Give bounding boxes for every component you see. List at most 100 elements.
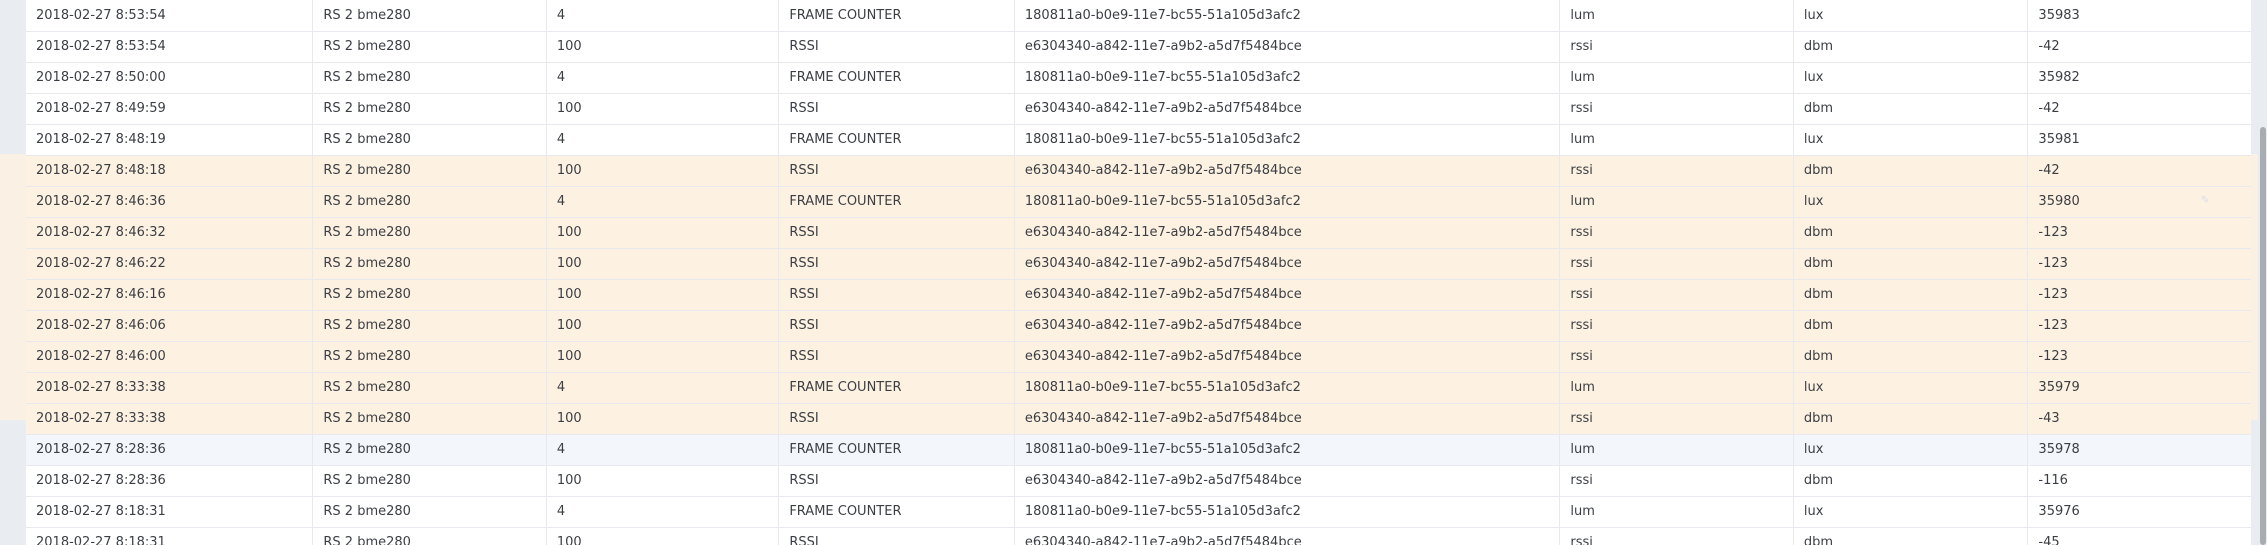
size-cell: 4 bbox=[546, 372, 780, 404]
uuid-cell: e6304340-a842-11e7-a9b2-a5d7f5484bce bbox=[1014, 403, 1561, 435]
field-cell: rssi bbox=[1559, 341, 1794, 373]
uuid-cell: e6304340-a842-11e7-a9b2-a5d7f5484bce bbox=[1014, 93, 1561, 125]
uuid-cell: 180811a0-b0e9-11e7-bc55-51a105d3afc2 bbox=[1014, 372, 1561, 404]
table-row[interactable]: 2018-02-27 8:53:54 RS 2 bme280 4 FRAME COUN… bbox=[26, 0, 2251, 32]
size-cell: 100 bbox=[546, 341, 780, 373]
timestamp-cell: 2018-02-27 8:33:38 bbox=[26, 403, 314, 435]
table-row[interactable]: 2018-02-27 8:18:31 RS 2 bme280 4 FRAME COUN… bbox=[26, 496, 2251, 528]
table-row[interactable]: 2018-02-27 8:33:38 RS 2 bme280 100 RSSI e630… bbox=[26, 403, 2251, 435]
unit-cell: dbm bbox=[1793, 465, 2029, 497]
device-cell: RS 2 bme280 bbox=[312, 31, 547, 63]
message-type-cell: FRAME COUNTER bbox=[778, 372, 1015, 404]
timestamp-cell: 2018-02-27 8:46:06 bbox=[26, 310, 314, 342]
unit-cell: lux bbox=[1793, 124, 2029, 156]
unit-cell: lux bbox=[1793, 496, 2029, 528]
table-row[interactable]: 2018-02-27 8:50:00 RS 2 bme280 4 FRAME COUN… bbox=[26, 62, 2251, 94]
unit-cell: lux bbox=[1793, 372, 2029, 404]
device-cell: RS 2 bme280 bbox=[312, 341, 547, 373]
unit-cell: dbm bbox=[1793, 279, 2029, 311]
uuid-cell: 180811a0-b0e9-11e7-bc55-51a105d3afc2 bbox=[1014, 496, 1561, 528]
uuid-cell: e6304340-a842-11e7-a9b2-a5d7f5484bce bbox=[1014, 217, 1561, 249]
message-type-cell: RSSI bbox=[778, 93, 1015, 125]
device-cell: RS 2 bme280 bbox=[312, 496, 547, 528]
timestamp-cell: 2018-02-27 8:18:31 bbox=[26, 496, 314, 528]
size-cell: 100 bbox=[546, 248, 780, 280]
message-type-cell: RSSI bbox=[778, 217, 1015, 249]
device-cell: RS 2 bme280 bbox=[312, 0, 547, 32]
table-row[interactable]: 2018-02-27 8:46:00 RS 2 bme280 100 RSSI e630… bbox=[26, 341, 2251, 373]
value-cell: -45 bbox=[2027, 527, 2251, 545]
message-type-cell: FRAME COUNTER bbox=[778, 124, 1015, 156]
value-cell: -42 bbox=[2027, 31, 2251, 63]
value-cell: 35982 bbox=[2027, 62, 2251, 94]
field-cell: rssi bbox=[1559, 155, 1794, 187]
table-row[interactable]: 2018-02-27 8:48:19 RS 2 bme280 4 FRAME COUN… bbox=[26, 124, 2251, 156]
field-cell: lum bbox=[1559, 0, 1794, 32]
unit-cell: dbm bbox=[1793, 310, 2029, 342]
unit-cell: dbm bbox=[1793, 403, 2029, 435]
size-cell: 4 bbox=[546, 434, 780, 466]
uuid-cell: 180811a0-b0e9-11e7-bc55-51a105d3afc2 bbox=[1014, 124, 1561, 156]
device-cell: RS 2 bme280 bbox=[312, 465, 547, 497]
size-cell: 100 bbox=[546, 217, 780, 249]
message-type-cell: RSSI bbox=[778, 527, 1015, 545]
timestamp-cell: 2018-02-27 8:46:32 bbox=[26, 217, 314, 249]
unit-cell: dbm bbox=[1793, 248, 2029, 280]
table-row[interactable]: 2018-02-27 8:46:22 RS 2 bme280 100 RSSI e630… bbox=[26, 248, 2251, 280]
table-row[interactable]: 2018-02-27 8:46:32 RS 2 bme280 100 RSSI e630… bbox=[26, 217, 2251, 249]
uuid-cell: 180811a0-b0e9-11e7-bc55-51a105d3afc2 bbox=[1014, 62, 1561, 94]
table-row[interactable]: 2018-02-27 8:18:31 RS 2 bme280 100 RSSI e630… bbox=[26, 527, 2251, 545]
table-row[interactable]: 2018-02-27 8:53:54 RS 2 bme280 100 RSSI e630… bbox=[26, 31, 2251, 63]
message-type-cell: RSSI bbox=[778, 310, 1015, 342]
field-cell: rssi bbox=[1559, 217, 1794, 249]
device-cell: RS 2 bme280 bbox=[312, 155, 547, 187]
table-row[interactable]: 2018-02-27 8:28:36 RS 2 bme280 4 FRAME COUN… bbox=[26, 434, 2251, 466]
uuid-cell: 180811a0-b0e9-11e7-bc55-51a105d3afc2 bbox=[1014, 434, 1561, 466]
uuid-cell: e6304340-a842-11e7-a9b2-a5d7f5484bce bbox=[1014, 527, 1561, 545]
uuid-cell: 180811a0-b0e9-11e7-bc55-51a105d3afc2 bbox=[1014, 0, 1561, 32]
timestamp-cell: 2018-02-27 8:46:16 bbox=[26, 279, 314, 311]
timestamp-cell: 2018-02-27 8:50:00 bbox=[26, 62, 314, 94]
field-cell: lum bbox=[1559, 124, 1794, 156]
data-table-container: 2018-02-27 8:53:54 RS 2 bme280 4 FRAME COUN… bbox=[26, 0, 2251, 545]
message-type-cell: RSSI bbox=[778, 465, 1015, 497]
value-cell: -123 bbox=[2027, 310, 2251, 342]
table-row[interactable]: 2018-02-27 8:48:18 RS 2 bme280 100 RSSI e630… bbox=[26, 155, 2251, 187]
table-row[interactable]: 2018-02-27 8:46:36 RS 2 bme280 4 FRAME COUN… bbox=[26, 186, 2251, 218]
value-cell: 35980 bbox=[2027, 186, 2251, 218]
value-cell: -123 bbox=[2027, 217, 2251, 249]
unit-cell: lux bbox=[1793, 62, 2029, 94]
message-type-cell: RSSI bbox=[778, 248, 1015, 280]
field-cell: lum bbox=[1559, 62, 1794, 94]
size-cell: 100 bbox=[546, 465, 780, 497]
table-row[interactable]: 2018-02-27 8:49:59 RS 2 bme280 100 RSSI e630… bbox=[26, 93, 2251, 125]
unit-cell: dbm bbox=[1793, 93, 2029, 125]
message-type-cell: RSSI bbox=[778, 403, 1015, 435]
unit-cell: dbm bbox=[1793, 31, 2029, 63]
timestamp-cell: 2018-02-27 8:28:36 bbox=[26, 465, 314, 497]
value-cell: -123 bbox=[2027, 279, 2251, 311]
uuid-cell: e6304340-a842-11e7-a9b2-a5d7f5484bce bbox=[1014, 465, 1561, 497]
message-type-cell: FRAME COUNTER bbox=[778, 62, 1015, 94]
table-row[interactable]: 2018-02-27 8:46:16 RS 2 bme280 100 RSSI e630… bbox=[26, 279, 2251, 311]
size-cell: 4 bbox=[546, 124, 780, 156]
timestamp-cell: 2018-02-27 8:33:38 bbox=[26, 372, 314, 404]
timestamp-cell: 2018-02-27 8:46:22 bbox=[26, 248, 314, 280]
table-row[interactable]: 2018-02-27 8:46:06 RS 2 bme280 100 RSSI e630… bbox=[26, 310, 2251, 342]
message-type-cell: RSSI bbox=[778, 155, 1015, 187]
field-cell: rssi bbox=[1559, 310, 1794, 342]
size-cell: 100 bbox=[546, 155, 780, 187]
field-cell: rssi bbox=[1559, 465, 1794, 497]
table-row[interactable]: 2018-02-27 8:28:36 RS 2 bme280 100 RSSI e630… bbox=[26, 465, 2251, 497]
size-cell: 4 bbox=[546, 496, 780, 528]
table-row[interactable]: 2018-02-27 8:33:38 RS 2 bme280 4 FRAME COUN… bbox=[26, 372, 2251, 404]
timestamp-cell: 2018-02-27 8:49:59 bbox=[26, 93, 314, 125]
size-cell: 100 bbox=[546, 403, 780, 435]
size-cell: 100 bbox=[546, 93, 780, 125]
device-cell: RS 2 bme280 bbox=[312, 93, 547, 125]
device-cell: RS 2 bme280 bbox=[312, 403, 547, 435]
vertical-scrollbar-thumb[interactable] bbox=[2260, 127, 2266, 545]
field-cell: lum bbox=[1559, 496, 1794, 528]
message-type-cell: FRAME COUNTER bbox=[778, 0, 1015, 32]
uuid-cell: e6304340-a842-11e7-a9b2-a5d7f5484bce bbox=[1014, 310, 1561, 342]
